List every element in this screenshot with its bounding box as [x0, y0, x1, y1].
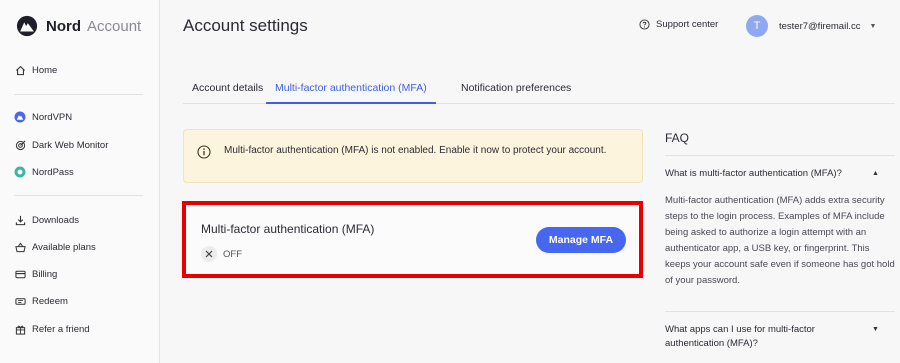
- sidebar-item-redeem[interactable]: Redeem: [14, 292, 68, 310]
- basket-icon: [14, 241, 26, 253]
- user-email: tester7@firemail.cc: [779, 20, 861, 32]
- sidebar-item-home[interactable]: Home: [14, 61, 57, 79]
- card-icon: [14, 268, 26, 280]
- nord-logo-icon: [16, 15, 38, 37]
- sidebar-item-billing[interactable]: Billing: [14, 265, 57, 283]
- sidebar: Nord Account Home NordVPN Dark Web Monit…: [0, 0, 160, 363]
- sidebar-item-nordpass[interactable]: NordPass: [14, 163, 74, 181]
- support-center-label: Support center: [656, 19, 719, 30]
- mfa-card-title: Multi-factor authentication (MFA): [201, 222, 375, 236]
- chevron-down-icon: ▼: [869, 22, 877, 30]
- page-title: Account settings: [183, 16, 308, 35]
- sidebar-item-refer-a-friend[interactable]: Refer a friend: [14, 320, 90, 338]
- mfa-status-label: OFF: [223, 248, 242, 260]
- dark-web-monitor-icon: [14, 139, 26, 151]
- sidebar-item-label: Dark Web Monitor: [32, 139, 109, 151]
- tab-mfa[interactable]: Multi-factor authentication (MFA): [266, 82, 436, 104]
- avatar: T: [746, 15, 768, 37]
- mfa-status: OFF: [201, 246, 242, 262]
- faq-title: FAQ: [665, 131, 690, 145]
- chevron-up-icon[interactable]: ▲: [872, 170, 879, 177]
- tab-account-details[interactable]: Account details: [192, 82, 263, 104]
- brand[interactable]: Nord Account: [16, 14, 141, 38]
- info-icon: [197, 145, 211, 159]
- close-icon: [201, 246, 217, 262]
- mfa-card: Multi-factor authentication (MFA) OFF Ma…: [182, 201, 643, 278]
- faq-question-which-apps[interactable]: What apps can I use for multi-factor aut…: [665, 323, 855, 351]
- sidebar-item-label: Available plans: [32, 241, 96, 253]
- sidebar-divider: [14, 195, 143, 196]
- sidebar-divider: [14, 94, 143, 95]
- faq-divider: [665, 155, 895, 156]
- home-icon: [14, 64, 26, 76]
- sidebar-item-label: Billing: [32, 268, 58, 280]
- gift-icon: [14, 323, 26, 335]
- faq-question-what-is-mfa[interactable]: What is multi-factor authentication (MFA…: [665, 167, 880, 181]
- sidebar-item-label: Downloads: [32, 214, 79, 226]
- banner-text: Multi-factor authentication (MFA) is not…: [224, 145, 607, 156]
- manage-mfa-button[interactable]: Manage MFA: [536, 227, 626, 253]
- ticket-icon: [14, 295, 26, 307]
- tab-notification-preferences[interactable]: Notification preferences: [461, 82, 571, 104]
- nordpass-icon: [14, 166, 26, 178]
- sidebar-item-label: NordVPN: [32, 111, 73, 123]
- tab-bar: Account details Multi-factor authenticat…: [183, 70, 895, 104]
- support-center-link[interactable]: Support center: [639, 19, 718, 30]
- brand-suffix: Account: [87, 17, 142, 35]
- sidebar-item-available-plans[interactable]: Available plans: [14, 238, 96, 256]
- help-circle-icon: [639, 19, 650, 30]
- brand-name: Nord: [46, 17, 81, 35]
- sidebar-item-label: Home: [32, 64, 58, 76]
- nordvpn-icon: [14, 111, 26, 123]
- sidebar-item-downloads[interactable]: Downloads: [14, 211, 79, 229]
- mfa-warning-banner: Multi-factor authentication (MFA) is not…: [183, 129, 643, 183]
- sidebar-item-nordvpn[interactable]: NordVPN: [14, 108, 72, 126]
- sidebar-item-dark-web-monitor[interactable]: Dark Web Monitor: [14, 136, 108, 154]
- sidebar-item-label: Redeem: [32, 295, 68, 307]
- sidebar-item-label: NordPass: [32, 166, 74, 178]
- sidebar-item-label: Refer a friend: [32, 323, 90, 335]
- chevron-down-icon[interactable]: ▼: [872, 326, 879, 333]
- faq-answer: Multi-factor authentication (MFA) adds e…: [665, 195, 895, 286]
- download-icon: [14, 214, 26, 226]
- user-menu[interactable]: T tester7@firemail.cc ▼: [746, 15, 876, 37]
- faq-divider: [665, 311, 895, 312]
